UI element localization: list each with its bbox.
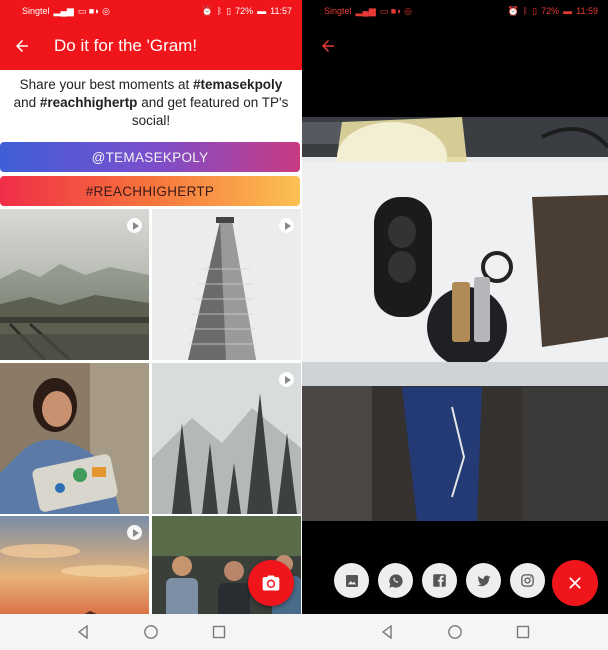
video-indicator-icon xyxy=(127,525,142,540)
camera-icon xyxy=(262,575,280,591)
snowy-pines-photo[interactable] xyxy=(152,363,301,514)
nav-home-icon[interactable] xyxy=(443,620,467,644)
close-button[interactable] xyxy=(552,560,598,606)
intro-text: Share your best moments at #temasekpoly … xyxy=(10,76,292,130)
nav-back-icon[interactable] xyxy=(71,620,95,644)
status-bar: Singtel ▂▄▆ ▭ ■◗ ◎ ⏰ ᛒ ▯ 72% ▬ 11:59 xyxy=(302,0,608,22)
nav-back-icon[interactable] xyxy=(375,620,399,644)
notification-icons: ▭ ■◗ ◎ xyxy=(77,5,110,16)
instagram-button[interactable] xyxy=(510,563,545,598)
whatsapp-button[interactable] xyxy=(378,563,413,598)
app-bar: Do it for the 'Gram! xyxy=(0,22,302,70)
system-nav-bar xyxy=(302,614,608,650)
signal-icon: ▂▄▆ xyxy=(355,5,376,16)
student-with-laptop-photo[interactable] xyxy=(0,363,149,514)
instagram-icon xyxy=(521,574,534,587)
hashtag-reachhighertp: #reachhighertp xyxy=(39,95,138,110)
battery-icon: ▬ xyxy=(563,6,573,16)
twitter-button[interactable] xyxy=(466,563,501,598)
share-buttons xyxy=(334,563,545,598)
video-indicator-icon xyxy=(279,218,294,233)
flatiron-building-photo[interactable] xyxy=(152,209,301,360)
photo-share-screen: Singtel ▂▄▆ ▭ ■◗ ◎ ⏰ ᛒ ▯ 72% ▬ 11:59 xyxy=(302,0,608,650)
hashtag-temasekpoly: #temasekpoly xyxy=(193,77,283,92)
reachhighertp-hashtag-button[interactable]: #REACHHIGHERTP xyxy=(0,176,300,206)
twitter-icon xyxy=(476,575,491,586)
clock: 11:59 xyxy=(576,6,598,16)
nav-home-icon[interactable] xyxy=(139,620,163,644)
signal-icon: ▂▄▆ xyxy=(53,5,74,16)
earbuds-and-keys-photo xyxy=(302,117,608,521)
page-title: Do it for the 'Gram! xyxy=(54,36,198,55)
alarm-icon: ⏰ xyxy=(507,5,519,16)
video-indicator-icon xyxy=(127,218,142,233)
clock: 11:57 xyxy=(270,6,292,16)
facebook-button[interactable] xyxy=(422,563,457,598)
gallery-button[interactable] xyxy=(334,563,369,598)
back-arrow-icon[interactable] xyxy=(310,28,346,64)
battery-percent: 72% xyxy=(235,6,254,16)
vibrate-icon: ▯ xyxy=(226,5,232,16)
system-nav-bar xyxy=(0,614,302,650)
alarm-icon: ⏰ xyxy=(201,5,213,16)
intro-text-part1: Share your best moments at xyxy=(19,77,194,92)
hashtag-feed-screen: Singtel ▂▄▆ ▭ ■◗ ◎ ⏰ ᛒ ▯ 72% ▬ 11:57 Do … xyxy=(0,0,302,650)
nav-recents-icon[interactable] xyxy=(511,620,535,644)
gallery-icon xyxy=(345,574,358,587)
whatsapp-icon xyxy=(388,573,403,588)
carrier-label: Singtel xyxy=(324,6,352,16)
temasekpoly-handle-button[interactable]: @TEMASEKPOLY xyxy=(0,142,300,172)
battery-icon: ▬ xyxy=(257,6,267,16)
camera-button[interactable] xyxy=(248,560,294,606)
vibrate-icon: ▯ xyxy=(532,5,538,16)
nav-recents-icon[interactable] xyxy=(207,620,231,644)
bluetooth-icon: ᛒ xyxy=(522,6,529,16)
intro-text-part2: and xyxy=(13,95,40,110)
facebook-icon xyxy=(433,574,446,587)
intro-text-part3: and get featured on TP's social! xyxy=(131,95,289,128)
status-bar: Singtel ▂▄▆ ▭ ■◗ ◎ ⏰ ᛒ ▯ 72% ▬ 11:57 xyxy=(0,0,302,22)
carrier-label: Singtel xyxy=(22,6,50,16)
video-indicator-icon xyxy=(279,372,294,387)
bluetooth-icon: ᛒ xyxy=(216,6,223,16)
misty-forest-photo[interactable] xyxy=(0,209,149,360)
back-arrow-icon[interactable] xyxy=(4,28,40,64)
notification-icons: ▭ ■◗ ◎ xyxy=(379,5,412,16)
battery-percent: 72% xyxy=(541,6,560,16)
close-icon xyxy=(569,577,581,589)
